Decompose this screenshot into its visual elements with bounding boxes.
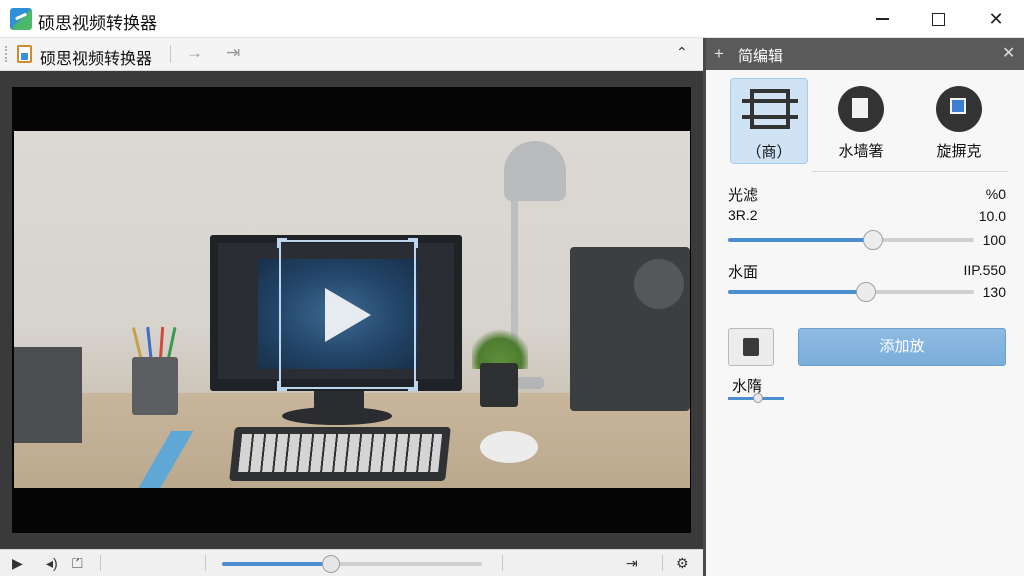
import-image-icon	[743, 338, 759, 356]
title-bar: 硕思视频转换器 ✕	[0, 0, 1024, 38]
tool-crop[interactable]: （商）	[730, 78, 808, 164]
minimize-icon	[875, 18, 889, 20]
end-marker-icon[interactable]: ⇥	[626, 555, 638, 572]
collapse-toolbar-icon[interactable]: ⌃	[676, 44, 688, 61]
level-value: IIP.550	[963, 262, 1006, 278]
rotate-icon-mark	[950, 98, 966, 114]
window-title: 硕思视频转换器	[38, 14, 157, 33]
timeline-progress	[222, 562, 331, 566]
playbar-divider	[662, 555, 663, 571]
crop-selection-box[interactable]	[277, 238, 418, 391]
pen-cup	[132, 357, 178, 415]
volume-icon[interactable]: ◂)	[46, 555, 58, 572]
clip-icon[interactable]: ⏍	[72, 555, 83, 572]
brightness-label: 光滤	[728, 187, 759, 204]
maximize-button[interactable]	[910, 0, 966, 38]
pencil	[131, 327, 144, 361]
panel-title: 简编辑	[738, 48, 784, 65]
settings-gear-icon[interactable]: ⚙	[676, 555, 689, 572]
crop-icon	[742, 89, 798, 129]
maximize-icon	[931, 12, 945, 26]
timeline-thumb[interactable]	[322, 555, 340, 573]
brightness-thumb[interactable]	[863, 230, 883, 250]
panel-close-icon[interactable]: ✕	[1002, 43, 1015, 63]
level-thumb[interactable]	[856, 282, 876, 302]
tools-divider	[812, 171, 1008, 172]
level-label: 水面	[728, 264, 759, 281]
playbar-divider	[205, 555, 206, 571]
playback-bar: ▶ ◂) ⏍ ⇥ ⚙	[0, 549, 703, 576]
playbar-divider	[502, 555, 503, 571]
crop-handle-top-left[interactable]	[277, 238, 287, 248]
tool-paint-label: 水墙箸	[838, 143, 884, 160]
import-image-button[interactable]	[728, 328, 774, 366]
mouse	[480, 431, 538, 463]
brightness-sub-label: 3R.2	[728, 207, 758, 223]
level-fill	[728, 290, 866, 294]
playbar-divider	[100, 555, 101, 571]
tool-rotate-label: 旋摒克	[936, 143, 982, 160]
panel-header: + 简编辑 ✕	[706, 38, 1024, 70]
opacity-thumb[interactable]	[753, 393, 763, 403]
toolbar-grip[interactable]	[5, 46, 7, 62]
pencil	[166, 327, 177, 361]
minimize-button[interactable]	[854, 0, 910, 38]
crop-handle-bottom-right[interactable]	[408, 381, 418, 391]
edit-panel: + 简编辑 ✕ （商） 水墙箸 旋摒克 光滤 %0 3R.2 10.0 100 …	[703, 38, 1024, 576]
tool-rotate[interactable]: 旋摒克	[920, 78, 998, 164]
lamp	[504, 141, 566, 201]
timeline-slider[interactable]	[222, 555, 482, 573]
speaker-cone	[634, 259, 684, 309]
app-logo-icon	[10, 8, 32, 30]
brightness-sub-value: 10.0	[978, 208, 1006, 224]
pencil	[158, 326, 165, 362]
level-max: 130	[982, 284, 1006, 300]
project-file-icon	[17, 45, 32, 63]
apply-button[interactable]: 添加放	[798, 328, 1006, 366]
paint-icon-mark	[852, 98, 868, 118]
close-window-button[interactable]: ✕	[968, 0, 1024, 38]
keyboard-keys	[238, 434, 443, 472]
toolbar-divider	[170, 45, 171, 63]
tool-crop-label: （商）	[746, 144, 792, 161]
brightness-fill	[728, 238, 873, 242]
storage-box	[14, 347, 82, 443]
jump-to-end-icon[interactable]: ⇥	[226, 43, 240, 63]
keyboard	[229, 427, 451, 481]
play-icon[interactable]: ▶	[12, 555, 23, 572]
project-name: 硕思视频转换器	[40, 51, 153, 68]
tool-paint[interactable]: 水墙箸	[822, 78, 900, 164]
monitor-base	[282, 407, 392, 425]
panel-pin-icon[interactable]: +	[714, 44, 724, 64]
paint-icon	[838, 86, 884, 132]
plant-pot	[480, 363, 518, 407]
brightness-percent: %0	[985, 186, 1006, 202]
pencil	[146, 326, 153, 362]
project-toolbar: 硕思视频转换器 → ⇥ ⌃	[0, 38, 703, 71]
crop-handle-bottom-left[interactable]	[277, 381, 287, 391]
rotate-icon	[936, 86, 982, 132]
play-overlay-icon[interactable]	[325, 288, 371, 342]
brightness-max: 100	[982, 232, 1006, 248]
crop-handle-top-right[interactable]	[408, 238, 418, 248]
forward-arrow-icon[interactable]: →	[186, 43, 203, 63]
